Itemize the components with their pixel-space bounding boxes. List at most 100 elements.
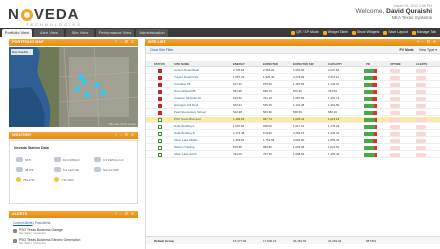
tool-widget-table[interactable]: Widget Table xyxy=(322,29,348,36)
table-row[interactable]: Silver Lake Middle 1,453.65 1,753.68 2,091.… xyxy=(146,138,440,144)
site-marker[interactable] xyxy=(94,82,100,88)
app-header: N VEDA TECHNOLOGIES March 09, 2012 2:58 … xyxy=(0,0,440,27)
alerts-icon[interactable] xyxy=(416,125,426,129)
alerts-icon[interactable] xyxy=(416,90,426,94)
map-type-toggle[interactable]: Map Satellite xyxy=(11,49,33,55)
panel-controls-icon[interactable]: ? ▫ ⊡ ✕ xyxy=(115,39,135,46)
view-type-dropdown[interactable]: View Type ▾ xyxy=(419,48,437,52)
expected-cell: 938.06 xyxy=(263,124,272,128)
tab-current-alerts[interactable]: Current Alerts xyxy=(13,221,33,225)
alerts-icon[interactable] xyxy=(416,104,426,108)
expected-kw-cell: 1,187.53 xyxy=(293,82,305,86)
alerts-icon[interactable] xyxy=(416,153,426,157)
col-uptime[interactable]: UPTIME xyxy=(390,61,401,67)
alerts-icon[interactable] xyxy=(416,118,426,122)
user-name[interactable]: David Quraishi xyxy=(386,8,432,15)
tab-performance-view[interactable]: Performance View xyxy=(96,29,134,37)
portfolio-map[interactable]: Map Satellite Map data ©2012 Google xyxy=(9,47,138,127)
site-name-cell[interactable]: PSO Texas Business xyxy=(174,117,201,123)
tool-qr-mode[interactable]: QR / SP Mode xyxy=(291,29,319,36)
col-expected[interactable]: EXPECTED xyxy=(263,61,278,67)
qr-icon xyxy=(291,30,296,35)
expected-kw-cell: 2,259.15 xyxy=(293,131,305,135)
pr-bar-remainder xyxy=(375,153,377,157)
alert-item[interactable]: PSO Texas Business Garage Site Status: Co… xyxy=(13,228,63,235)
pr-bar xyxy=(364,111,377,115)
site-name-cell[interactable]: Silver Lake Middle xyxy=(174,138,198,144)
tool-manage-tab[interactable]: Manage Tab xyxy=(411,29,436,36)
table-row[interactable]: Nolte Building B 1,173.48 6.2192 2,259.15 1,… xyxy=(146,131,440,137)
expected-cell: 767.45 xyxy=(263,152,272,156)
pr-bar xyxy=(364,97,377,101)
energy-cell: 2,745.63 xyxy=(233,68,245,72)
footer-pr: 88.56% xyxy=(366,239,377,243)
energy-cell: 522.38 xyxy=(233,110,242,114)
site-name-cell[interactable]: Silver Lake South xyxy=(174,152,197,158)
col-expected-kw[interactable]: EXPECTED KW xyxy=(293,61,314,67)
table-row[interactable]: PSO Texas Business 1,184.59 997.74 1,025.41… xyxy=(146,117,440,123)
alert-item[interactable]: PSO Texas Business Electric Generation Si… xyxy=(13,238,80,245)
alerts-icon[interactable] xyxy=(416,97,426,101)
table-row[interactable]: Creation Nicholas 40 614.52 791.20 1,087.84… xyxy=(146,96,440,102)
col-site-name[interactable]: SITE NAME xyxy=(174,61,189,67)
col-capacity[interactable]: CAPACITY xyxy=(328,61,342,67)
uptime-icon xyxy=(390,146,400,150)
col-status[interactable]: STATUS xyxy=(154,61,165,67)
table-row[interactable]: Nolte Building A 1,687.82 938.06 1,017.31 1,… xyxy=(146,124,440,130)
site-name-cell[interactable]: Maison Training xyxy=(174,145,194,151)
pr-bar xyxy=(364,139,377,143)
site-marker[interactable] xyxy=(78,74,84,80)
site-name-cell[interactable]: New Caldwell 88 xyxy=(174,89,196,95)
alerts-icon[interactable] xyxy=(416,111,426,115)
table-row[interactable]: Hannigan Hill Roof 543.61 635.25 1,132.38 1,… xyxy=(146,103,440,109)
site-marker[interactable] xyxy=(84,92,90,98)
table-row[interactable]: Canton Retail Bank 2,745.63 2,963.26 3,152.… xyxy=(146,68,440,74)
noveda-logo[interactable]: N VEDA TECHNOLOGIES xyxy=(8,6,84,27)
tool-show-widgets[interactable]: Show Widgets xyxy=(351,29,379,36)
pr-bar-remainder xyxy=(373,139,377,143)
site-name-cell[interactable]: Cinnabee 88 xyxy=(174,82,190,88)
alerts-icon[interactable] xyxy=(416,139,426,143)
tab-portfolio-view[interactable]: Portfolio View xyxy=(2,29,32,37)
alerts-icon[interactable] xyxy=(416,83,426,87)
alerts-icon[interactable] xyxy=(416,76,426,80)
satellite-map-image[interactable] xyxy=(9,47,138,127)
table-row[interactable]: Maison Training 875.68 966.82 1,029.48 1,021… xyxy=(146,145,440,151)
alerts-title: ALERTS xyxy=(12,212,28,216)
col-energy[interactable]: ENERGY xyxy=(233,61,245,67)
site-name-cell[interactable]: Creation Nicholas 40 xyxy=(174,96,201,102)
site-name-cell[interactable]: Nolte Building A xyxy=(174,124,194,130)
table-row[interactable]: Cinnabee 88 917.22 975.60 1,187.53 1,142.31 xyxy=(146,82,440,88)
alerts-icon[interactable] xyxy=(416,69,426,73)
table-row[interactable]: Trayler Snack Park 1,687.32 1,925.40 2,279.… xyxy=(146,75,440,81)
site-name-cell[interactable]: Hannigan Hill Roof xyxy=(174,103,198,109)
alerts-icon[interactable] xyxy=(416,146,426,150)
panel-controls-icon[interactable]: ? ▫ ⊡ ✕ xyxy=(115,211,135,218)
panel-controls-icon[interactable]: ? ▫ ⊡ ✕ xyxy=(417,39,437,46)
site-marker[interactable] xyxy=(100,90,106,96)
tool-save-layout[interactable]: Save Layout xyxy=(383,29,408,36)
tab-administration[interactable]: Administration xyxy=(136,29,168,37)
table-row[interactable]: Silver Lake South 792.05 767.45 1,038.83 1,1… xyxy=(146,152,440,158)
site-marker[interactable] xyxy=(81,79,87,85)
expected-kw-cell: 2,279.09 xyxy=(293,75,305,79)
table-row[interactable]: New Caldwell 88 691.38 838.70 876.36 764.53 xyxy=(146,89,440,95)
alerts-icon[interactable] xyxy=(416,132,426,136)
site-name-cell[interactable]: Pearl Elementary School xyxy=(174,110,206,116)
site-marker[interactable] xyxy=(74,86,80,92)
capacity-cell: 1,153.44 xyxy=(328,152,340,156)
site-name-cell[interactable]: Nolte Building B xyxy=(174,131,195,137)
tab-alert-view[interactable]: Alert View xyxy=(34,29,64,37)
col-alerts[interactable]: ALERTS xyxy=(416,61,427,67)
tab-past-alerts[interactable]: Past Alerts xyxy=(35,221,50,225)
tab-site-view[interactable]: Site View xyxy=(66,29,94,37)
weather-title: WEATHER xyxy=(12,133,31,137)
site-name-cell[interactable]: Trayler Snack Park xyxy=(174,75,198,81)
clear-site-filter-link[interactable]: Clear Site Filter xyxy=(150,48,173,52)
table-row[interactable]: Pearl Elementary School 522.38 583.96 638.3… xyxy=(146,110,440,116)
panel-controls-icon[interactable]: ? ▫ ⊡ ✕ xyxy=(115,132,135,139)
col-pr[interactable]: PR xyxy=(366,61,370,67)
site-name-cell[interactable]: Canton Retail Bank xyxy=(174,68,199,74)
expected-cell: 966.82 xyxy=(263,145,272,149)
pv-mode-label[interactable]: PV Mode xyxy=(400,48,414,52)
